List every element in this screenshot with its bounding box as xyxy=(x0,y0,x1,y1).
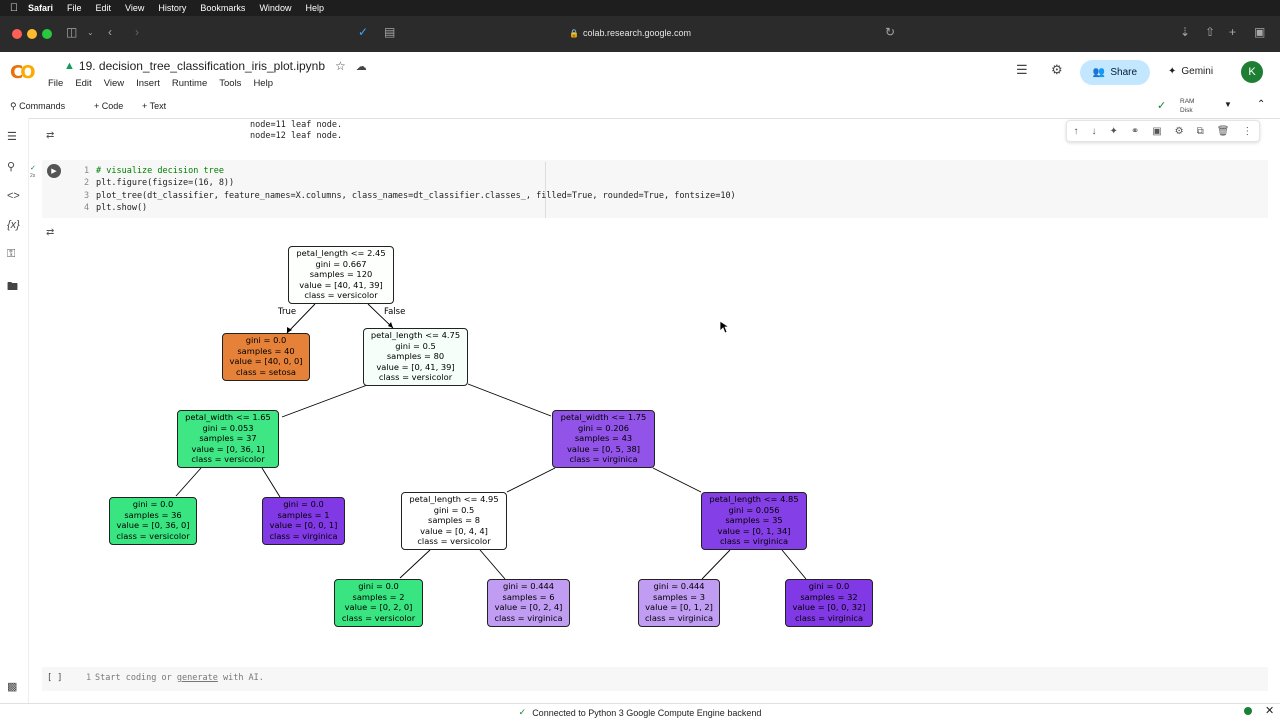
node-text-line: gini = 0.5 xyxy=(395,340,436,351)
cell-placeholder: Start coding or generate with AI. xyxy=(95,673,264,683)
tree-edge xyxy=(399,549,431,579)
node-text-line: samples = 43 xyxy=(574,433,633,444)
node-text-line: value = [0, 1, 34] xyxy=(717,525,791,536)
tree-node-leaf: gini = 0.0 samples = 2 value = [0, 2, 0] cl… xyxy=(334,579,423,627)
tree-edge xyxy=(506,467,556,493)
node-text-line: samples = 3 xyxy=(653,591,705,602)
node-text-line: class = virginica xyxy=(719,536,789,547)
cell-brackets[interactable]: [ ] xyxy=(47,673,62,683)
node-text-line: gini = 0.0 xyxy=(358,581,399,591)
node-text-line: petal_length <= 4.85 xyxy=(709,494,799,504)
node-text-line: samples = 37 xyxy=(199,433,257,444)
node-text-line: gini = 0.5 xyxy=(433,504,475,515)
node-text-line: class = versicolor xyxy=(378,372,453,383)
node-text-line: samples = 32 xyxy=(800,591,858,602)
edge-label-true: True xyxy=(278,307,297,317)
node-text-line: class = versicolor xyxy=(341,612,416,623)
line-number: 1 xyxy=(86,673,92,683)
node-text-line: petal_length <= 4.95 xyxy=(409,494,499,504)
node-text-line: gini = 0.053 xyxy=(202,422,254,433)
node-text-line: petal_length <= 4.75 xyxy=(370,330,461,340)
node-text-line: samples = 1 xyxy=(277,509,330,520)
tree-node-leaf: gini = 0.0 samples = 1 value = [0, 0, 1] cl… xyxy=(262,497,345,545)
node-text-line: gini = 0.0 xyxy=(808,581,850,591)
tree-node-leaf: gini = 0.444 samples = 6 value = [0, 2, 4]… xyxy=(487,579,570,627)
node-text-line: value = [0, 0, 32] xyxy=(792,602,866,613)
node-text-line: samples = 8 xyxy=(428,515,480,526)
node-text-line: samples = 35 xyxy=(725,515,783,526)
node-text-line: class = versicolor xyxy=(304,290,378,301)
tree-edge xyxy=(479,549,506,580)
node-text-line: samples = 120 xyxy=(309,269,373,280)
tree-node-leaf: gini = 0.0 samples = 36 value = [0, 36, 0]… xyxy=(109,497,197,545)
node-text-line: value = [0, 4, 4] xyxy=(420,525,488,536)
node-text-line: petal_width <= 1.65 xyxy=(185,412,271,422)
node-text-line: petal_width <= 1.75 xyxy=(560,412,647,422)
node-text-line: gini = 0.056 xyxy=(728,504,780,515)
tree-edge xyxy=(467,383,552,417)
node-text-line: petal_length <= 2.45 xyxy=(296,248,386,258)
node-text-line: samples = 80 xyxy=(386,351,445,362)
node-text-line: value = [40, 41, 39] xyxy=(299,279,383,290)
node-text-line: class = virginica xyxy=(269,530,338,541)
generate-link[interactable]: generate xyxy=(177,673,218,683)
node-text-line: class = virginica xyxy=(569,454,638,465)
tree-edge xyxy=(652,467,702,493)
status-dot-icon xyxy=(1244,707,1252,715)
node-text-line: class = virginica xyxy=(794,612,864,623)
node-text-line: gini = 0.444 xyxy=(653,581,705,591)
node-text-line: value = [0, 36, 1] xyxy=(191,443,265,454)
tree-node-split: petal_length <= 4.95 gini = 0.5 samples = … xyxy=(401,492,507,550)
status-bar: ✓ Connected to Python 3 Google Compute E… xyxy=(0,703,1280,721)
node-text-line: value = [0, 2, 4] xyxy=(494,602,563,613)
node-text-line: gini = 0.444 xyxy=(502,581,555,591)
tree-node-leaf: gini = 0.444 samples = 3 value = [0, 1, 2]… xyxy=(638,579,720,627)
empty-code-cell[interactable]: [ ] 1 Start coding or generate with AI. xyxy=(42,667,1268,691)
close-status-icon[interactable]: ✕ xyxy=(1265,704,1274,717)
tree-edge xyxy=(261,467,281,498)
edge-label-false: False xyxy=(384,307,406,317)
node-text-line: value = [40, 0, 0] xyxy=(229,356,303,367)
node-text-line: gini = 0.206 xyxy=(577,422,630,433)
node-text-line: value = [0, 5, 38] xyxy=(566,443,641,454)
status-text: Connected to Python 3 Google Compute Eng… xyxy=(532,707,762,718)
tree-node-root: petal_length <= 2.45 gini = 0.667 samples … xyxy=(288,246,394,304)
node-text-line: value = [0, 2, 0] xyxy=(344,602,413,613)
node-text-line: class = setosa xyxy=(236,366,296,377)
tree-edge xyxy=(701,549,731,580)
node-text-line: class = virginica xyxy=(494,612,563,623)
node-text-line: samples = 40 xyxy=(237,345,295,356)
tree-edge xyxy=(281,383,371,418)
node-text-line: value = [0, 41, 39] xyxy=(376,361,455,372)
node-text-line: samples = 6 xyxy=(502,591,555,602)
node-text-line: value = [0, 36, 0] xyxy=(116,520,190,531)
node-text-line: gini = 0.0 xyxy=(132,499,174,509)
node-text-line: gini = 0.667 xyxy=(315,258,367,269)
tree-node-split: petal_width <= 1.75 gini = 0.206 samples =… xyxy=(552,410,655,468)
tree-node-split: petal_width <= 1.65 gini = 0.053 samples =… xyxy=(177,410,279,468)
tree-node-split: petal_length <= 4.75 gini = 0.5 samples = … xyxy=(363,328,468,386)
tree-node-leaf: gini = 0.0 samples = 40 value = [40, 0, 0]… xyxy=(222,333,310,381)
placeholder-text: Start coding or xyxy=(95,673,177,683)
placeholder-text: with AI. xyxy=(217,673,264,683)
node-text-line: gini = 0.0 xyxy=(283,499,324,509)
node-text-line: samples = 36 xyxy=(124,509,182,520)
node-text-line: class = virginica xyxy=(644,612,714,623)
mouse-cursor-icon xyxy=(719,320,729,334)
tree-edge xyxy=(175,467,202,497)
node-text-line: class = versicolor xyxy=(191,454,265,465)
status-check-icon: ✓ xyxy=(518,707,527,717)
node-text-line: value = [0, 1, 2] xyxy=(645,602,713,613)
tree-edge xyxy=(781,549,807,580)
node-text-line: gini = 0.0 xyxy=(245,335,287,345)
node-text-line: class = versicolor xyxy=(116,530,190,541)
tree-node-leaf: gini = 0.0 samples = 32 value = [0, 0, 32]… xyxy=(785,579,873,627)
node-text-line: value = [0, 0, 1] xyxy=(269,520,338,531)
node-text-line: class = versicolor xyxy=(417,536,491,547)
tree-node-split: petal_length <= 4.85 gini = 0.056 samples … xyxy=(701,492,807,550)
node-text-line: samples = 2 xyxy=(352,591,405,602)
